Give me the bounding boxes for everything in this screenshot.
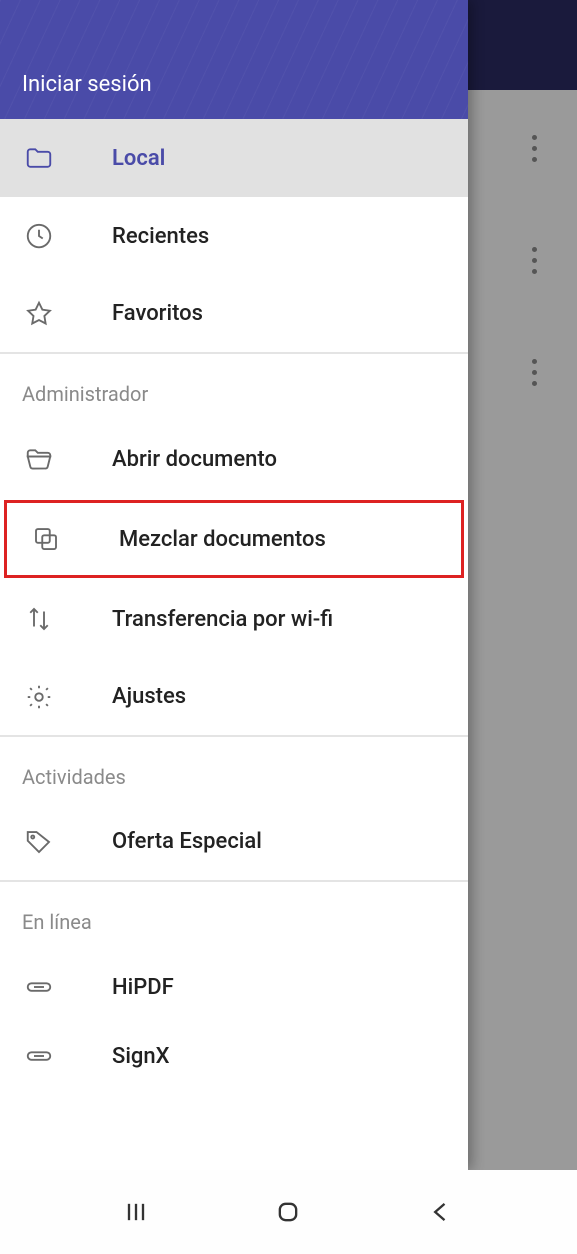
navigation-drawer: Iniciar sesión Local Recientes Favoritos… [0,0,468,1170]
nav-item-signx[interactable]: SignX [0,1026,468,1086]
link-icon [22,970,56,1004]
overflow-menu-icon[interactable] [532,247,537,274]
nav-item-label: SignX [112,1044,170,1069]
drawer-body: Local Recientes Favoritos Administrador … [0,119,468,1170]
nav-item-label: Oferta Especial [112,829,262,854]
nav-item-label: Local [112,146,165,171]
nav-item-favorites[interactable]: Favoritos [0,275,468,353]
overflow-menu-icon[interactable] [532,359,537,386]
nav-item-label: Favoritos [112,301,203,326]
nav-item-wifi-transfer[interactable]: Transferencia por wi-fi [0,580,468,658]
folder-icon [22,141,56,175]
nav-item-label: Mezclar documentos [119,527,326,552]
clock-icon [22,219,56,253]
section-title-activities: Actividades [0,736,468,803]
section-title-online: En línea [0,881,468,948]
nav-item-label: Ajustes [112,684,186,709]
nav-item-settings[interactable]: Ajustes [0,658,468,736]
nav-item-local[interactable]: Local [0,119,468,197]
recents-button[interactable] [116,1192,156,1232]
merge-icon [29,522,63,556]
overflow-menu-icon[interactable] [532,135,537,162]
drawer-header: Iniciar sesión [0,0,468,119]
home-button[interactable] [268,1192,308,1232]
nav-item-label: Abrir documento [112,447,277,472]
gear-icon [22,680,56,714]
nav-item-label: Recientes [112,224,209,249]
highlight-annotation: Mezclar documentos [4,500,464,578]
star-icon [22,297,56,331]
nav-item-label: Transferencia por wi-fi [112,607,333,632]
signin-link[interactable]: Iniciar sesión [22,72,152,97]
nav-item-label: HiPDF [112,975,174,1000]
section-title-admin: Administrador [0,353,468,420]
nav-item-special-offer[interactable]: Oferta Especial [0,803,468,881]
nav-item-merge-documents[interactable]: Mezclar documentos [7,503,461,575]
link-icon [22,1039,56,1073]
tag-icon [22,825,56,859]
folder-open-icon [22,442,56,476]
nav-item-hipdf[interactable]: HiPDF [0,948,468,1026]
transfer-icon [22,602,56,636]
nav-item-recent[interactable]: Recientes [0,197,468,275]
nav-item-open-document[interactable]: Abrir documento [0,420,468,498]
system-nav-bar [0,1170,577,1254]
back-button[interactable] [421,1192,461,1232]
